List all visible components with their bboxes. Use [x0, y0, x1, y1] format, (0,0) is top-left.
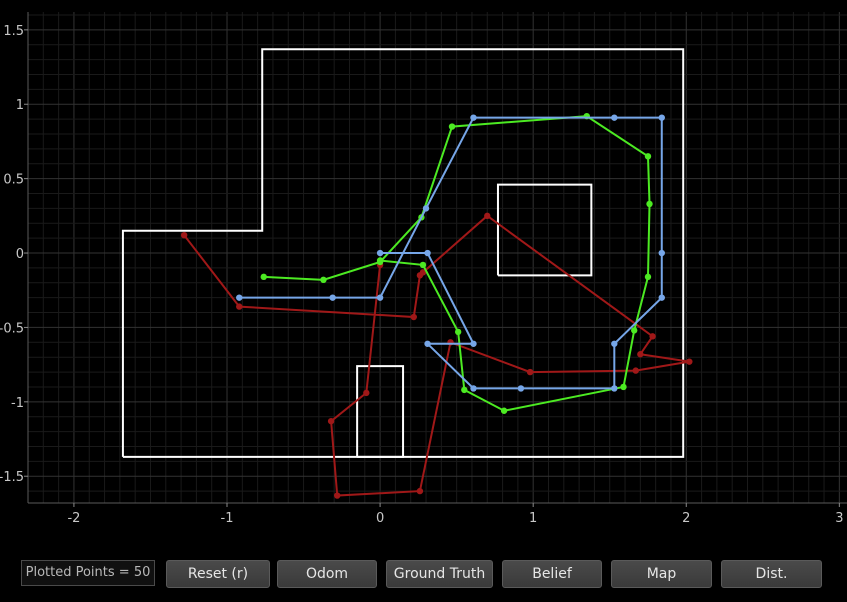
ground_truth-point [646, 200, 653, 208]
y-tick-label: 0 [16, 247, 24, 262]
odom-point [686, 358, 693, 365]
map-wall [496, 183, 593, 277]
belief-point [611, 114, 618, 121]
x-tick-label: 0 [376, 511, 384, 526]
odom-point [236, 303, 243, 310]
belief-point [422, 205, 430, 212]
trajectory-plot: -2 -1 0 1 2 3 1.5 1 0.5 0 -0.5 -1 -1.5 [0, 12, 847, 526]
odom-point [363, 389, 370, 397]
ground_truth-point [631, 327, 638, 334]
belief-button[interactable]: Belief [502, 560, 602, 588]
belief-point [658, 114, 665, 121]
x-tick-label: 3 [835, 511, 843, 526]
y-tick-label: -1.5 [0, 470, 24, 485]
belief-point [376, 294, 384, 301]
odom-point [180, 231, 188, 239]
ground_truth-point [260, 273, 267, 281]
ground_truth-point [320, 276, 327, 284]
y-tick-label: 0.5 [3, 173, 24, 188]
belief-point [236, 294, 243, 301]
odom-point [416, 487, 424, 495]
ground_truth-point [376, 257, 384, 264]
belief-point [658, 294, 665, 301]
ground_truth-point [620, 383, 627, 391]
ground_truth-point [454, 328, 462, 336]
odom-point [526, 368, 534, 376]
odom-point [484, 212, 491, 220]
odom-point [649, 333, 656, 340]
x-tick-label: -2 [67, 511, 80, 526]
belief-point [329, 294, 336, 301]
odom-point [334, 492, 341, 499]
ground_truth-point [500, 407, 508, 414]
y-tick-label: 1.5 [3, 24, 24, 39]
x-tick-label: 2 [682, 511, 690, 526]
ground_truth-point [644, 273, 652, 281]
odom-point [410, 313, 417, 321]
belief-point [470, 385, 477, 392]
ground_truth-point [448, 123, 456, 130]
belief-point [470, 340, 477, 347]
belief-point [611, 385, 618, 392]
belief-point [517, 385, 525, 392]
odom-button[interactable]: Odom [277, 560, 377, 588]
x-tick-label: 1 [529, 511, 537, 526]
belief-point [376, 249, 384, 257]
belief-point [658, 249, 665, 257]
belief-point [424, 340, 431, 347]
ground-truth-button[interactable]: Ground Truth [386, 560, 493, 588]
odom-point [637, 351, 644, 358]
plotted-points-counter: Plotted Points = 50 [21, 560, 155, 586]
belief-point [470, 114, 477, 121]
belief-point [424, 249, 431, 257]
reset-button[interactable]: Reset (r) [166, 560, 270, 588]
x-tick-label: -1 [221, 511, 234, 526]
belief-point [611, 340, 618, 347]
dist-button[interactable]: Dist. [721, 560, 822, 588]
toolbar: Plotted Points = 50 Reset (r) Odom Groun… [0, 556, 847, 592]
map-button[interactable]: Map [611, 560, 712, 588]
y-tick-label: 1 [16, 98, 24, 113]
ground_truth-point [644, 153, 652, 160]
ground_truth-point [461, 386, 468, 394]
odom-point [327, 417, 335, 425]
odom-point [632, 367, 639, 374]
grid [27, 12, 847, 504]
y-tick-label: -0.5 [0, 321, 24, 336]
ground_truth-point [419, 261, 427, 269]
y-tick-label: -1 [11, 396, 24, 411]
